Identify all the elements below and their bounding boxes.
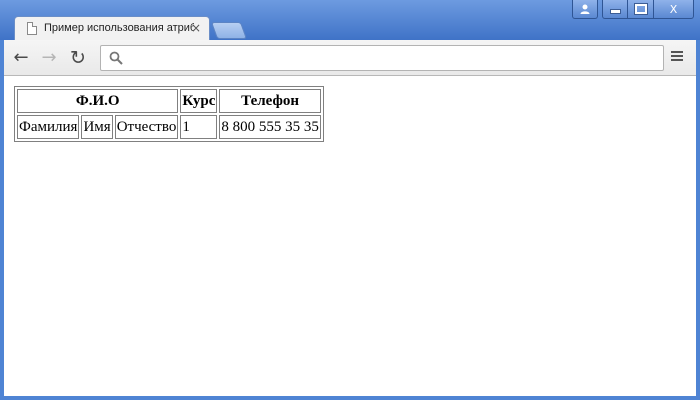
address-bar[interactable] — [100, 45, 664, 71]
header-phone: Телефон — [219, 89, 321, 113]
reload-button[interactable]: ↻ — [67, 48, 89, 68]
back-button[interactable]: ← — [10, 48, 32, 68]
minimize-button[interactable] — [602, 0, 628, 19]
search-icon — [109, 51, 123, 65]
user-glyph-icon — [580, 4, 590, 14]
new-tab-button[interactable] — [210, 22, 248, 39]
cell-first-name: Имя — [81, 115, 113, 139]
cell-patronymic: Отчество — [114, 115, 179, 139]
table-row: Фамилия Имя Отчество 1 8 800 555 35 35 — [17, 115, 321, 139]
forward-button[interactable]: → — [38, 48, 60, 68]
tab-close-icon[interactable]: × — [190, 21, 202, 35]
minimize-icon — [609, 9, 621, 14]
cell-last-name: Фамилия — [17, 115, 80, 139]
page-icon — [27, 22, 37, 35]
toolbar: ← → ↻ — [4, 40, 696, 76]
close-window-button[interactable]: X — [653, 0, 694, 19]
maximize-icon — [633, 3, 648, 15]
menu-button[interactable] — [669, 49, 685, 67]
tab-title: Пример использования атрибута — [44, 22, 194, 34]
cell-course: 1 — [180, 115, 218, 139]
cell-phone: 8 800 555 35 35 — [219, 115, 321, 139]
menu-icon — [671, 51, 683, 53]
page-content: Ф.И.О Курс Телефон Фамилия Имя Отчество … — [4, 76, 696, 396]
address-input[interactable] — [127, 49, 661, 69]
header-course: Курс — [180, 89, 218, 113]
tab-active[interactable]: Пример использования атрибута × — [14, 16, 210, 42]
header-fio: Ф.И.О — [17, 89, 179, 113]
browser-window: X Пример использования атрибута × ← → ↻ … — [0, 0, 700, 400]
close-icon: X — [669, 2, 678, 16]
student-table: Ф.И.О Курс Телефон Фамилия Имя Отчество … — [14, 86, 324, 142]
table-header-row: Ф.И.О Курс Телефон — [17, 89, 321, 113]
user-icon[interactable] — [572, 0, 598, 19]
maximize-button[interactable] — [627, 0, 654, 19]
